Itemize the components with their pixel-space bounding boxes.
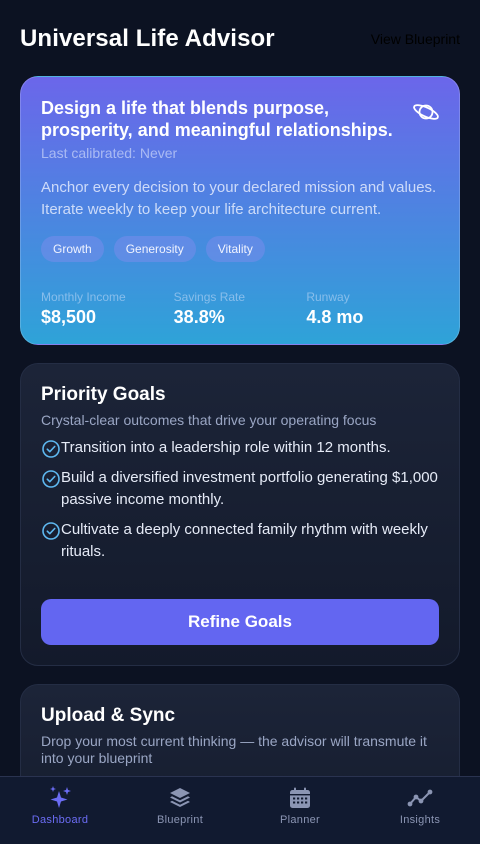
value-tag: Vitality [205,236,265,262]
nav-label: Planner [279,814,320,826]
mission-card: Design a life that blends purpose, prosp… [20,76,460,345]
app-title: Universal Life Advisor [20,25,275,52]
stat-monthly-income: Monthly Income $8,500 [41,290,174,328]
refine-goals-button[interactable]: Refine Goals [41,599,439,645]
bottom-nav: Dashboard Blueprint Planner Insights [0,776,480,844]
nav-label: Dashboard [31,814,89,826]
goal-text: Cultivate a deeply connected family rhyt… [61,521,428,560]
card-subtitle: Crystal-clear outcomes that drive your o… [41,412,377,428]
stat-value: 38.8% [173,307,225,327]
goal-item: Transition into a leadership role within… [41,437,439,459]
last-calibrated: Last calibrated: Never [41,145,178,161]
stat-label: Runway [306,290,350,304]
value-tags: Growth Generosity Vitality [41,236,439,262]
stat-savings-rate: Savings Rate 38.8% [174,290,307,328]
stat-runway: Runway 4.8 mo [306,290,439,328]
check-circle-icon [42,470,60,488]
nav-label: Blueprint [156,814,204,826]
goal-list: Transition into a leadership role within… [41,437,439,563]
goal-item: Build a diversified investment portfolio… [41,467,439,511]
goal-item: Cultivate a deeply connected family rhyt… [41,519,439,563]
finance-stats: Monthly Income $8,500 Savings Rate 38.8%… [41,290,439,328]
calendar-icon [290,787,310,808]
card-title: Priority Goals [41,384,166,405]
planet-icon [413,104,439,120]
app-header: Universal Life Advisor View Blueprint [20,22,460,56]
check-circle-icon [42,440,60,458]
stat-label: Monthly Income [41,290,126,304]
stat-label: Savings Rate [173,290,246,304]
priority-goals-card: Priority Goals Crystal-clear outcomes th… [20,363,460,666]
nav-item-planner[interactable]: Planner [240,777,360,844]
stat-value: $8,500 [41,307,97,327]
value-tag: Generosity [113,236,196,262]
view-blueprint-link[interactable]: View Blueprint [371,31,460,47]
mission-description: Anchor every decision to your declared m… [41,179,437,218]
card-subtitle: Drop your most current thinking — the ad… [41,733,427,766]
layers-icon [170,788,190,807]
nav-label: Insights [399,814,441,826]
stat-value: 4.8 mo [306,307,364,327]
mission-statement: Design a life that blends purpose, prosp… [41,98,393,140]
sparkles-icon [50,786,71,808]
nav-item-blueprint[interactable]: Blueprint [120,777,240,844]
card-title: Upload & Sync [41,705,176,726]
nav-item-dashboard[interactable]: Dashboard [0,777,120,844]
trend-line-icon [407,789,433,807]
goal-text: Build a diversified investment portfolio… [61,469,438,508]
goal-text: Transition into a leadership role within… [61,439,391,456]
value-tag: Growth [41,236,104,262]
check-circle-icon [42,522,60,540]
nav-item-insights[interactable]: Insights [360,777,480,844]
